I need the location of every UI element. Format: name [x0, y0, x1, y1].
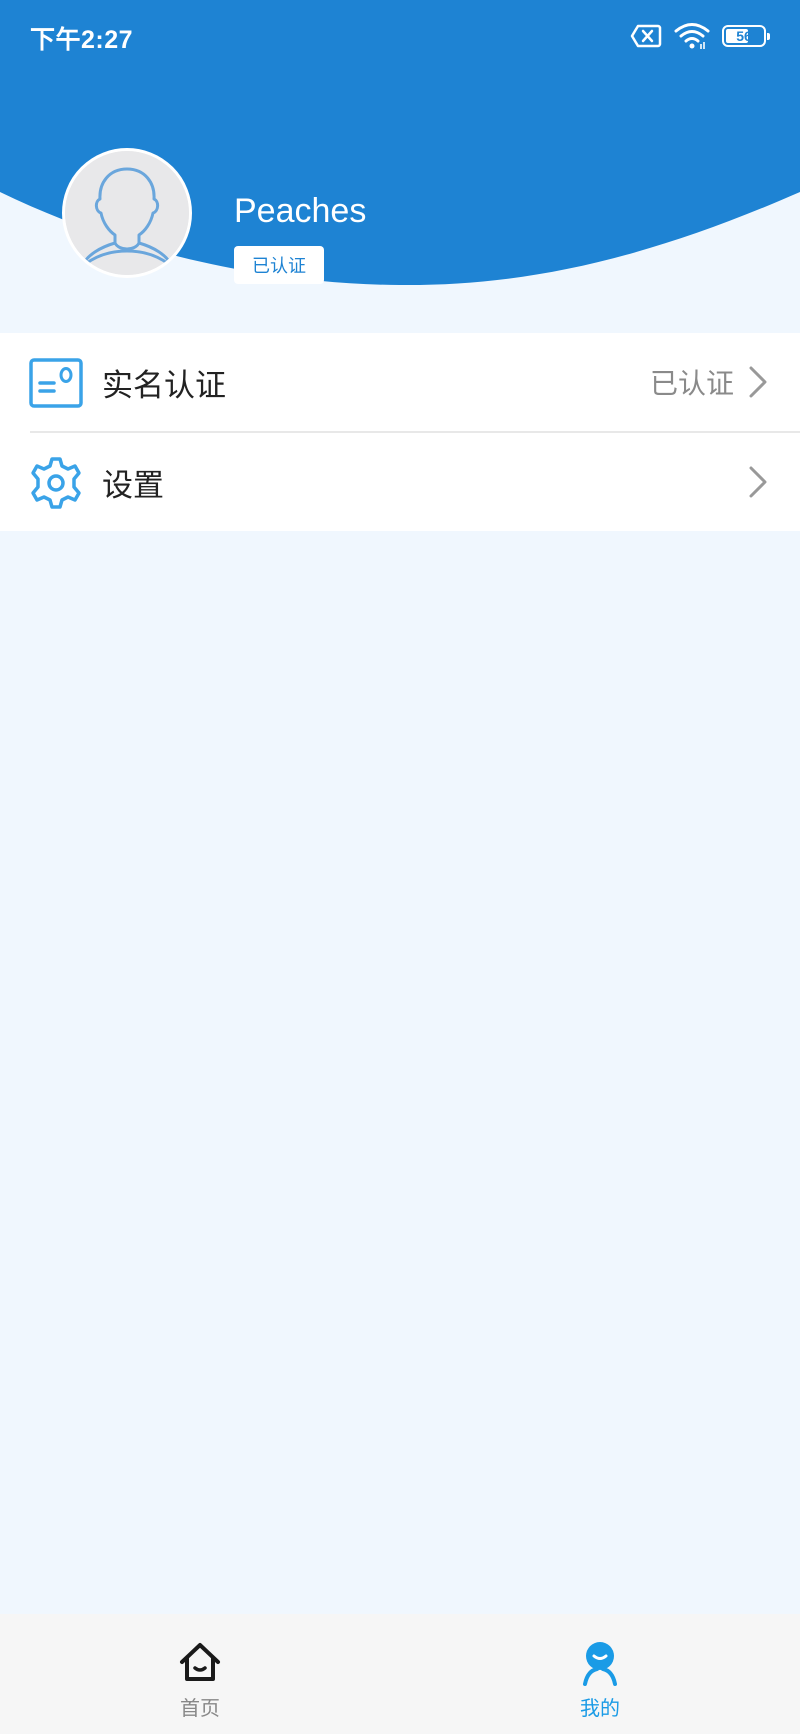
gear-icon [31, 457, 81, 509]
verified-badge: 已认证 [234, 246, 324, 284]
chevron-right-icon [749, 466, 767, 498]
tab-label: 我的 [580, 1696, 620, 1720]
profile-icon [583, 1642, 617, 1686]
menu-item-settings[interactable]: 设置 [0, 433, 800, 531]
profile-page: 下午2:27 56 Peaches 已认证 实名认证 已认证 设置 首页 我的 [0, 0, 800, 1734]
menu-item-label: 实名认证 [102, 367, 226, 404]
menu-list: 实名认证 已认证 设置 [0, 333, 800, 531]
username: Peaches [234, 192, 367, 230]
chevron-right-icon [749, 366, 767, 398]
default-avatar-icon [65, 151, 189, 275]
status-icons: 56 [630, 22, 770, 50]
tab-label: 首页 [180, 1696, 220, 1720]
tab-home[interactable]: 首页 [140, 1614, 260, 1734]
id-card-icon [29, 358, 83, 408]
tab-mine[interactable]: 我的 [540, 1614, 660, 1734]
avatar[interactable] [62, 148, 192, 278]
bottom-tab-bar: 首页 我的 [0, 1614, 800, 1734]
battery-icon: 56 [722, 25, 770, 47]
verification-status: 已认证 [649, 367, 734, 400]
battery-level: 56 [736, 28, 752, 44]
wifi-icon [674, 23, 710, 49]
home-icon [180, 1643, 220, 1681]
status-bar: 下午2:27 56 [0, 0, 800, 72]
menu-item-real-name-verification[interactable]: 实名认证 已认证 [0, 333, 800, 431]
menu-item-label: 设置 [102, 467, 164, 504]
sim-error-icon [630, 24, 662, 48]
status-time: 下午2:27 [30, 26, 134, 54]
